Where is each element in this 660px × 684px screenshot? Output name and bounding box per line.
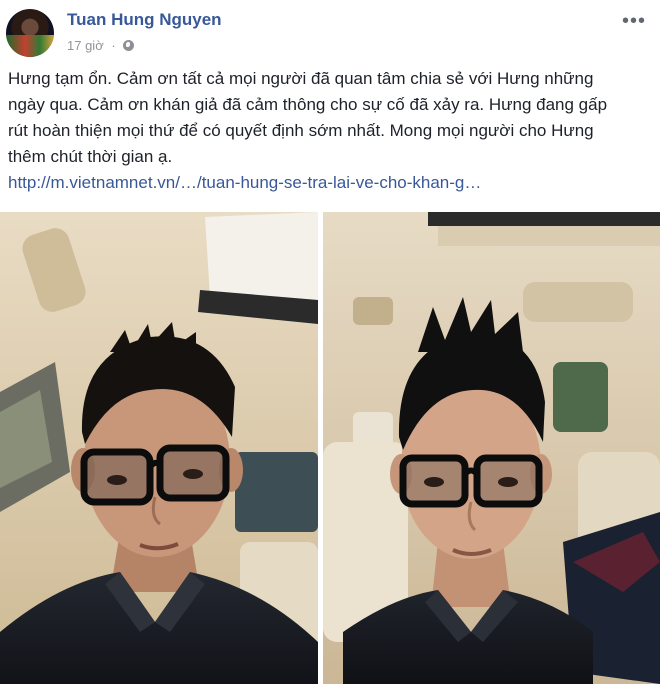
avatar-background (6, 35, 54, 57)
meta-separator: · (111, 38, 116, 53)
globe-icon[interactable] (123, 40, 135, 51)
facebook-post: Tuan Hung Nguyen 17 giờ · ••• Hưng tạm ổ… (0, 0, 660, 684)
post-text: Hưng tạm ổn. Cảm ơn tất cả mọi người đã … (8, 69, 608, 166)
author-avatar[interactable] (6, 9, 54, 57)
photo-left[interactable] (0, 212, 318, 684)
photo-right[interactable] (323, 212, 660, 684)
post-meta: 17 giờ · (67, 38, 135, 53)
author-name[interactable]: Tuan Hung Nguyen (67, 10, 222, 30)
post-timestamp[interactable]: 17 giờ (67, 38, 104, 53)
photo-grid (0, 212, 660, 684)
more-options-icon[interactable]: ••• (622, 10, 646, 33)
post-header: Tuan Hung Nguyen 17 giờ · ••• (0, 0, 660, 62)
selfie-photo-right (323, 212, 660, 684)
selfie-photo-left (0, 212, 318, 684)
post-link[interactable]: http://m.vietnamnet.vn/…/tuan-hung-se-tr… (8, 173, 481, 193)
